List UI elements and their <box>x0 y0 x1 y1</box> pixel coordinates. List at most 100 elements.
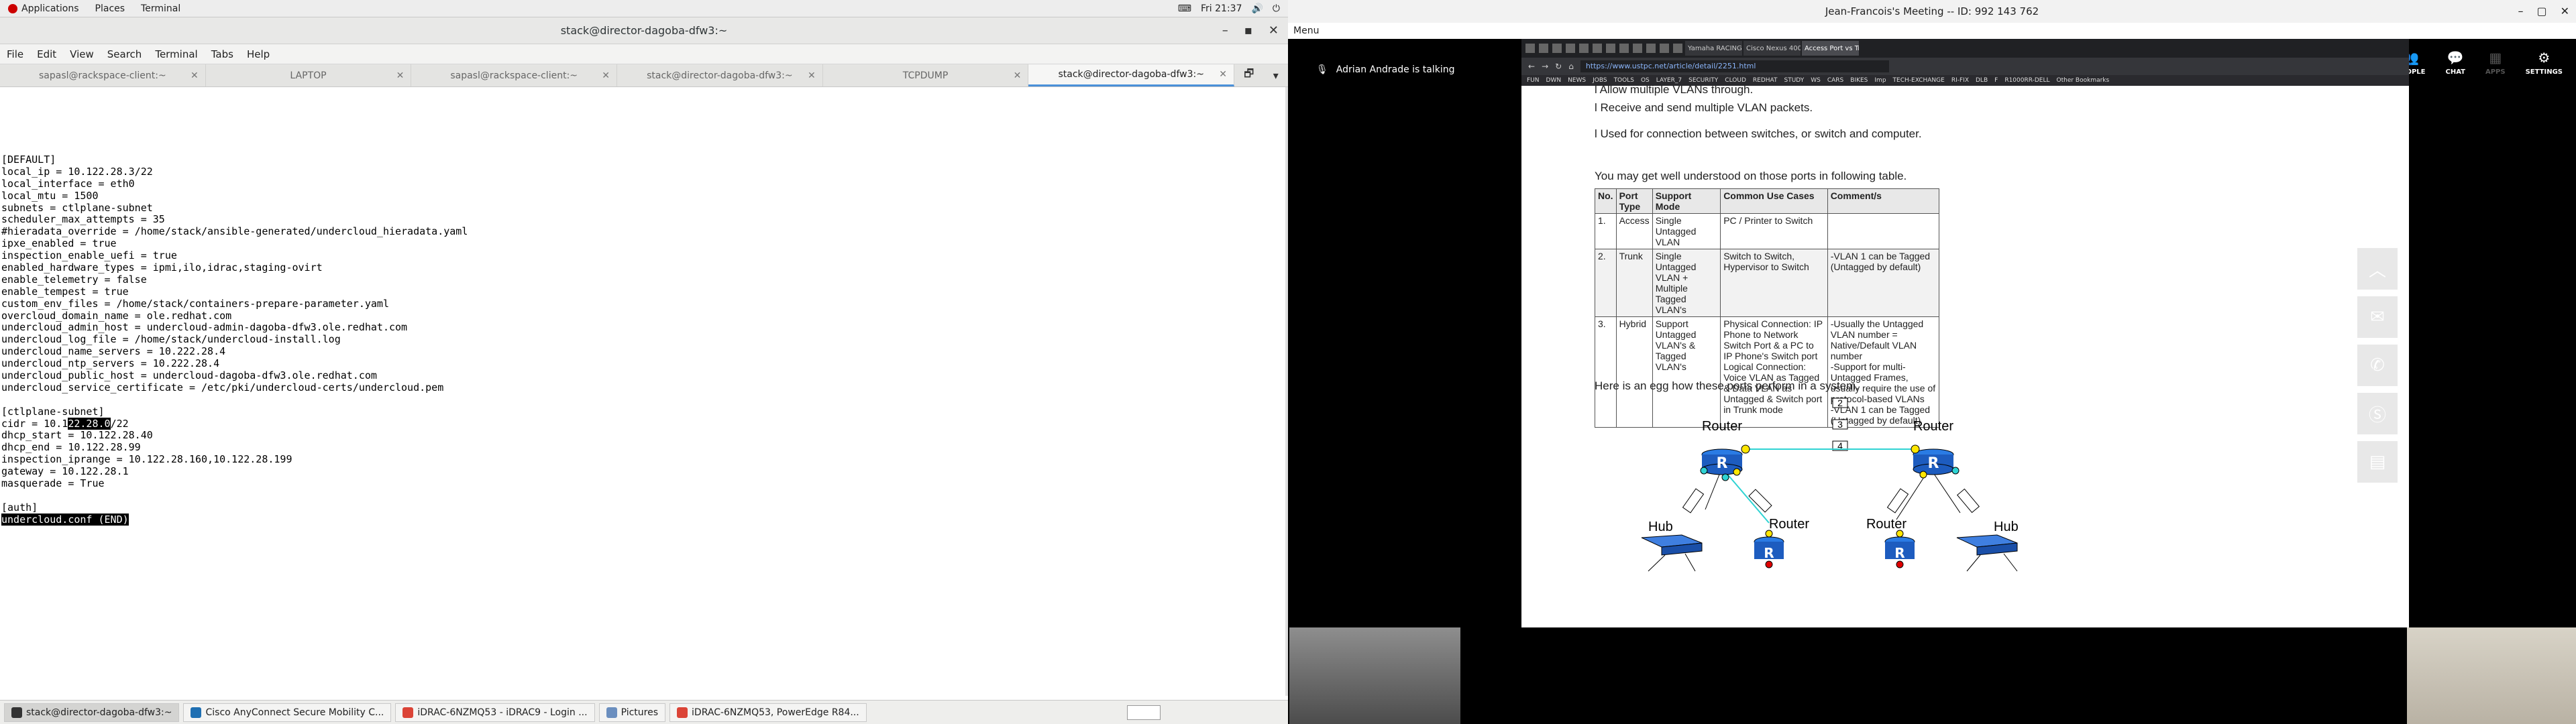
taskbar-window[interactable]: iDRAC-6NZMQ53, PowerEdge R84... <box>669 703 867 722</box>
taskbar-window[interactable]: stack@director-dagoba-dfw3:~ <box>4 703 180 722</box>
pinned-tab[interactable] <box>1606 44 1615 53</box>
pinned-tab[interactable] <box>1525 44 1535 53</box>
bookmark-folder[interactable]: Other Bookmarks <box>2057 77 2110 84</box>
close-tab-icon[interactable]: ✕ <box>396 70 405 81</box>
bookmark-folder[interactable]: WS <box>1811 77 1821 84</box>
home-icon[interactable]: ⌂ <box>1568 62 1574 71</box>
pinned-tab[interactable] <box>1593 44 1602 53</box>
apps-button[interactable]: ▦ APPS <box>2485 50 2506 76</box>
router-glyph-3: R <box>1764 545 1774 561</box>
minimize-icon[interactable]: – <box>2518 5 2523 17</box>
pinned-tab[interactable] <box>1579 44 1589 53</box>
table-cell: Single Untagged VLAN <box>1652 213 1721 249</box>
router-3: R <box>1754 530 1784 568</box>
email-button[interactable]: ✉ <box>2357 296 2398 338</box>
close-icon[interactable]: ✕ <box>1269 23 1279 38</box>
pinned-tab[interactable] <box>1673 44 1682 53</box>
bookmark-folder[interactable]: Imp <box>1874 77 1886 84</box>
pinned-tab[interactable] <box>1539 44 1548 53</box>
router-label-1: Router <box>1702 419 1742 434</box>
tabs-menu-icon[interactable]: ▾ <box>1273 69 1279 82</box>
bookmark-folder[interactable]: DLB <box>1976 77 1988 84</box>
terminal-tab[interactable]: stack@director-dagoba-dfw3:~ ✕ <box>617 64 823 86</box>
terminal-line: enable_telemetry = false <box>1 273 147 286</box>
menu-view[interactable]: View <box>63 48 101 60</box>
maximize-icon[interactable]: ▪ <box>1244 23 1252 38</box>
close-tab-icon[interactable]: ✕ <box>1014 70 1022 81</box>
skype-button[interactable]: Ⓢ <box>2357 393 2398 434</box>
menu-terminal[interactable]: Terminal <box>148 48 204 60</box>
maximize-icon[interactable]: ▢ <box>2536 5 2546 17</box>
reload-icon[interactable]: ↻ <box>1555 62 1562 71</box>
terminal-tab[interactable]: sapasl@rackspace-client:~ ✕ <box>0 64 206 86</box>
close-tab-icon[interactable]: ✕ <box>191 70 199 81</box>
bookmark-folder[interactable]: TECH-EXCHANGE <box>1893 77 1945 84</box>
bookmark-folder[interactable]: BIKES <box>1850 77 1868 84</box>
address-bar[interactable]: https://www.ustpc.net/article/detail/225… <box>1580 60 1889 72</box>
volume-icon[interactable]: 🔊 <box>1251 3 1263 14</box>
terminal-tab[interactable]: stack@director-dagoba-dfw3:~ ✕ <box>1028 64 1235 86</box>
taskbar-window[interactable]: iDRAC-6NZMQ53 - iDRAC9 - Login ... <box>395 703 595 722</box>
menu-search[interactable]: Search <box>101 48 149 60</box>
call-button[interactable]: ✆ <box>2357 345 2398 386</box>
close-tab-icon[interactable]: ✕ <box>1219 69 1227 80</box>
close-icon[interactable]: ✕ <box>2561 5 2569 17</box>
terminal-app-menu[interactable]: Terminal <box>133 3 189 14</box>
bookmark-folder[interactable]: RI-FIX <box>1951 77 1969 84</box>
bookmark-folder[interactable]: CARS <box>1827 77 1843 84</box>
table-cell <box>1827 213 1940 249</box>
chevron-up-icon: ︿ <box>2368 260 2386 281</box>
browser-tab[interactable]: Yamaha RACING specif... <box>1685 41 1742 56</box>
menu-file[interactable]: File <box>0 48 30 60</box>
pinned-tab[interactable] <box>1633 44 1642 53</box>
taskbar-label: iDRAC-6NZMQ53, PowerEdge R84... <box>692 707 859 718</box>
gnome-top-bar: Applications Places Terminal ⌨ Fri 21:37… <box>0 0 1288 17</box>
bookmark-folder[interactable]: NEWS <box>1568 77 1586 84</box>
places-menu[interactable]: Places <box>87 3 133 14</box>
taskbar-window[interactable]: Cisco AnyConnect Secure Mobility C... <box>183 703 392 722</box>
forward-icon[interactable]: → <box>1542 62 1548 71</box>
pinned-tab[interactable] <box>1552 44 1562 53</box>
terminal-tab[interactable]: TCPDUMP ✕ <box>823 64 1029 86</box>
new-tab-icon[interactable]: 🗗 <box>1244 66 1254 84</box>
back-icon[interactable]: ← <box>1528 62 1535 71</box>
menu-help[interactable]: Help <box>240 48 276 60</box>
tab-label: stack@director-dagoba-dfw3:~ <box>1058 69 1204 80</box>
workspace-switcher[interactable] <box>1127 705 1161 720</box>
close-tab-icon[interactable]: ✕ <box>808 70 816 81</box>
clock[interactable]: Fri 21:37 <box>1201 3 1242 14</box>
bookmark-folder[interactable]: REDHAT <box>1753 77 1778 84</box>
power-icon[interactable]: ⏻ <box>1273 3 1280 14</box>
table-cell: -VLAN 1 can be Tagged (Untagged by defau… <box>1827 249 1940 317</box>
keyboard-icon[interactable]: ⌨ <box>1178 3 1191 14</box>
bullet-3: l Used for connection between switches, … <box>1595 127 1922 140</box>
taskbar-window[interactable]: Pictures <box>598 703 666 722</box>
participant-video-right[interactable] <box>2407 627 2576 724</box>
menu-edit[interactable]: Edit <box>30 48 63 60</box>
scroll-top-button[interactable]: ︿ <box>2357 248 2398 290</box>
pinned-tab[interactable] <box>1660 44 1669 53</box>
pinned-tab[interactable] <box>1566 44 1575 53</box>
bookmark-folder[interactable]: R1000RR-DELL <box>2004 77 2049 84</box>
minimize-icon[interactable]: – <box>1222 23 1228 38</box>
bookmark-folder[interactable]: FUN <box>1527 77 1540 84</box>
close-tab-icon[interactable]: ✕ <box>602 70 610 81</box>
chat-button[interactable]: 💬 CHAT <box>2445 50 2465 76</box>
pinned-tab[interactable] <box>1646 44 1656 53</box>
terminal-tab[interactable]: LAPTOP ✕ <box>206 64 412 86</box>
pinned-tab[interactable] <box>1619 44 1629 53</box>
bookmark-folder[interactable]: F <box>1994 77 1998 84</box>
meeting-menu-button[interactable]: Menu <box>1288 23 2576 39</box>
document-button[interactable]: ▤ <box>2357 441 2398 483</box>
bookmark-folder[interactable]: STUDY <box>1784 77 1804 84</box>
terminal-tab[interactable]: sapasl@rackspace-client:~ ✕ <box>411 64 618 86</box>
browser-tab[interactable]: Cisco Nexus 4000 Se... <box>1743 41 1801 56</box>
menu-tabs[interactable]: Tabs <box>205 48 240 60</box>
applications-menu[interactable]: Applications <box>0 3 87 14</box>
terminal-output[interactable]: [DEFAULT] local_ip = 10.122.28.3/22 local_… <box>0 87 1285 696</box>
bookmark-folder[interactable]: DWN <box>1546 77 1562 84</box>
participant-video-left[interactable] <box>1289 627 1460 724</box>
browser-tab[interactable]: Access Port vs Trunk P... <box>1802 41 1859 56</box>
settings-button[interactable]: ⚙ SETTINGS <box>2526 50 2563 76</box>
